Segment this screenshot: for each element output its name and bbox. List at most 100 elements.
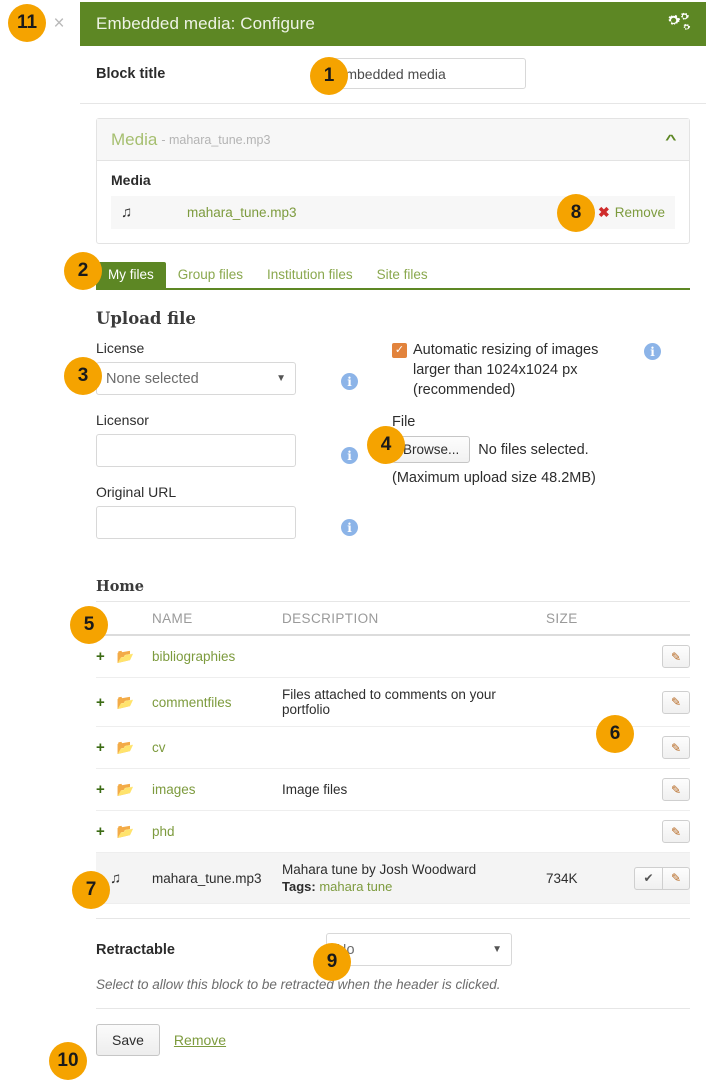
- file-name-link[interactable]: phd: [152, 824, 175, 839]
- col-size: SIZE: [546, 602, 624, 636]
- file-name-link[interactable]: commentfiles: [152, 695, 232, 710]
- retractable-row: Retractable No ▼: [80, 919, 706, 966]
- file-browser-table: NAME DESCRIPTION SIZE + 📂 bibliographies…: [96, 602, 690, 904]
- selected-media-name[interactable]: mahara_tune.mp3: [187, 205, 297, 220]
- auto-resize-row: ✓ Automatic resizing of images larger th…: [392, 340, 690, 400]
- file-description: Image files: [282, 782, 348, 797]
- auto-resize-checkbox[interactable]: ✓: [392, 343, 407, 358]
- callout-badge-7: 7: [72, 871, 110, 909]
- max-upload-size-text: (Maximum upload size 48.2MB): [392, 470, 596, 486]
- table-row[interactable]: + 📂 phd ✎: [96, 810, 690, 853]
- window-title: Embedded media: Configure: [96, 14, 315, 33]
- expand-icon[interactable]: +: [96, 648, 105, 665]
- file-name-link[interactable]: cv: [152, 740, 166, 755]
- callout-badge-9: 9: [313, 943, 351, 981]
- chevron-down-icon: ▼: [276, 373, 286, 384]
- table-row[interactable]: + 📂 bibliographies ✎: [96, 635, 690, 678]
- window-titlebar: Embedded media: Configure: [80, 2, 706, 46]
- auto-resize-label: Automatic resizing of images larger than…: [413, 342, 599, 398]
- upload-right-column: ✓ Automatic resizing of images larger th…: [386, 340, 690, 556]
- media-panel: Media - mahara_tune.mp3 ^ Media ♫ mahara…: [96, 118, 690, 244]
- file-size: 734K: [546, 852, 624, 904]
- window-content: Block title Media - mahara_tune.mp3 ^ Me…: [80, 46, 706, 1056]
- save-button[interactable]: Save: [96, 1024, 160, 1056]
- callout-badge-11: 11: [8, 4, 46, 42]
- remove-media-button[interactable]: ✖ Remove: [598, 204, 665, 221]
- licensor-label: Licensor: [96, 412, 149, 428]
- pencil-icon[interactable]: ✎: [662, 736, 690, 759]
- table-row[interactable]: + 📂 commentfiles Files attached to comme…: [96, 677, 690, 727]
- pencil-icon[interactable]: ✎: [662, 778, 690, 801]
- remove-media-label: Remove: [614, 205, 665, 220]
- media-panel-header[interactable]: Media - mahara_tune.mp3 ^: [97, 119, 689, 161]
- media-panel-subtitle: - mahara_tune.mp3: [161, 132, 271, 147]
- upload-left-column: License None selected ▼ i Licensor i Ori…: [96, 340, 386, 556]
- table-row[interactable]: + 📂 images Image files ✎: [96, 768, 690, 811]
- pencil-icon[interactable]: ✎: [662, 645, 690, 668]
- callout-badge-6: 6: [596, 715, 634, 753]
- tags-label: Tags:: [282, 879, 316, 894]
- folder-icon: 📂: [116, 823, 134, 839]
- pencil-icon[interactable]: ✎: [662, 690, 690, 714]
- folder-icon: 📂: [116, 693, 134, 710]
- folder-icon: 📂: [116, 781, 134, 797]
- col-name: NAME: [152, 602, 282, 636]
- folder-icon: 📂: [116, 648, 134, 664]
- license-select[interactable]: None selected ▼: [96, 362, 296, 395]
- col-actions: [624, 602, 690, 636]
- original-url-info-icon[interactable]: i: [341, 519, 358, 536]
- no-files-selected-text: No files selected.: [478, 441, 589, 458]
- upload-file-heading: Upload file: [96, 309, 196, 328]
- retractable-select[interactable]: No ▼: [326, 933, 512, 966]
- original-url-input[interactable]: [96, 506, 296, 539]
- file-name-link[interactable]: images: [152, 782, 196, 797]
- license-field: License None selected ▼ i: [96, 340, 386, 395]
- file-size: [546, 810, 624, 853]
- callout-badge-3: 3: [64, 357, 102, 395]
- row-icon-cell: + 📂: [96, 726, 152, 769]
- licensor-input[interactable]: [96, 434, 296, 467]
- row-icon-cell: + 📂: [96, 635, 152, 678]
- expand-icon[interactable]: +: [96, 739, 105, 756]
- breadcrumb[interactable]: Home: [96, 578, 690, 602]
- pencil-icon[interactable]: ✎: [662, 820, 690, 843]
- license-select-value: None selected: [106, 370, 199, 387]
- expand-icon[interactable]: +: [96, 823, 105, 840]
- license-info-icon[interactable]: i: [341, 373, 358, 390]
- file-source-tabs: My files Group files Institution files S…: [96, 257, 690, 290]
- expand-icon[interactable]: +: [96, 694, 105, 711]
- table-row[interactable]: ♫ mahara_tune.mp3 Mahara tune by Josh Wo…: [96, 852, 690, 904]
- gears-icon[interactable]: [662, 10, 692, 38]
- file-description: Files attached to comments on your portf…: [282, 687, 496, 717]
- tab-institution-files[interactable]: Institution files: [255, 262, 365, 289]
- licensor-info-icon[interactable]: i: [341, 447, 358, 464]
- file-name-label: mahara_tune.mp3: [152, 870, 262, 886]
- tab-site-files[interactable]: Site files: [365, 262, 440, 289]
- chevron-up-icon[interactable]: ^: [666, 132, 677, 147]
- file-name-link[interactable]: bibliographies: [152, 649, 235, 664]
- table-header-row: NAME DESCRIPTION SIZE: [96, 602, 690, 636]
- license-label: License: [96, 340, 145, 356]
- tag-link[interactable]: mahara tune: [319, 879, 392, 894]
- expand-icon[interactable]: +: [96, 781, 105, 798]
- callout-badge-2: 2: [64, 252, 102, 290]
- row-icon-cell: + 📂: [96, 677, 152, 727]
- tab-my-files[interactable]: My files: [96, 261, 166, 288]
- media-panel-title: Media: [111, 129, 158, 149]
- row-icon-cell: + 📂: [96, 810, 152, 853]
- remove-block-link[interactable]: Remove: [174, 1032, 226, 1048]
- row-icon-cell: + 📂: [96, 768, 152, 811]
- block-title-input[interactable]: [326, 58, 526, 89]
- file-size: [546, 635, 624, 678]
- auto-resize-info-icon[interactable]: i: [644, 343, 661, 360]
- music-note-icon: ♫: [121, 204, 133, 221]
- original-url-field: Original URL i: [96, 484, 386, 539]
- tab-group-files[interactable]: Group files: [166, 262, 255, 289]
- file-field-label: File: [392, 414, 416, 430]
- pencil-icon[interactable]: ✎: [662, 866, 690, 890]
- callout-badge-10: 10: [49, 1042, 87, 1080]
- callout-badge-8: 8: [557, 194, 595, 232]
- check-icon[interactable]: ✔: [634, 866, 662, 890]
- retractable-help-text: Select to allow this block to be retract…: [96, 977, 501, 992]
- file-tags: Tags: mahara tune: [282, 879, 546, 894]
